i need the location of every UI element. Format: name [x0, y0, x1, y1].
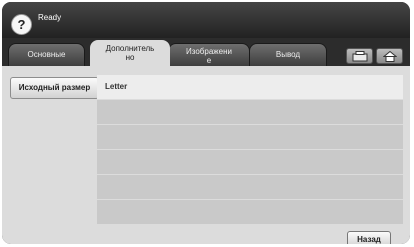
empty-row: [97, 199, 403, 224]
tab-image[interactable]: Изображени е: [168, 43, 250, 66]
original-size-value-row[interactable]: Letter: [97, 74, 403, 99]
empty-row: [97, 124, 403, 149]
home-icon: [382, 51, 397, 62]
tab-basic[interactable]: Основные: [8, 43, 85, 66]
status-bar: ? Ready: [2, 2, 410, 38]
back-button[interactable]: Назад: [347, 231, 391, 244]
tab-advanced[interactable]: Дополнитель но: [90, 40, 170, 67]
tab-strip: Основные Дополнитель но Изображени е Выв…: [2, 38, 410, 67]
home-icon-button[interactable]: [376, 48, 403, 64]
copy-icon: [352, 51, 367, 62]
content-panel: Исходный размер Letter Назад: [2, 66, 410, 244]
help-icon[interactable]: ?: [11, 14, 32, 35]
original-size-button[interactable]: Исходный размер: [10, 77, 99, 99]
touch-screen: ? Ready Основные Дополнитель но Изображе…: [2, 2, 410, 244]
empty-row: [97, 149, 403, 174]
empty-row: [97, 174, 403, 199]
empty-row: [97, 99, 403, 124]
tab-output[interactable]: Вывод: [249, 43, 327, 66]
copy-icon-button[interactable]: [346, 48, 373, 64]
original-size-value: Letter: [105, 82, 128, 91]
status-text: Ready: [38, 13, 62, 22]
